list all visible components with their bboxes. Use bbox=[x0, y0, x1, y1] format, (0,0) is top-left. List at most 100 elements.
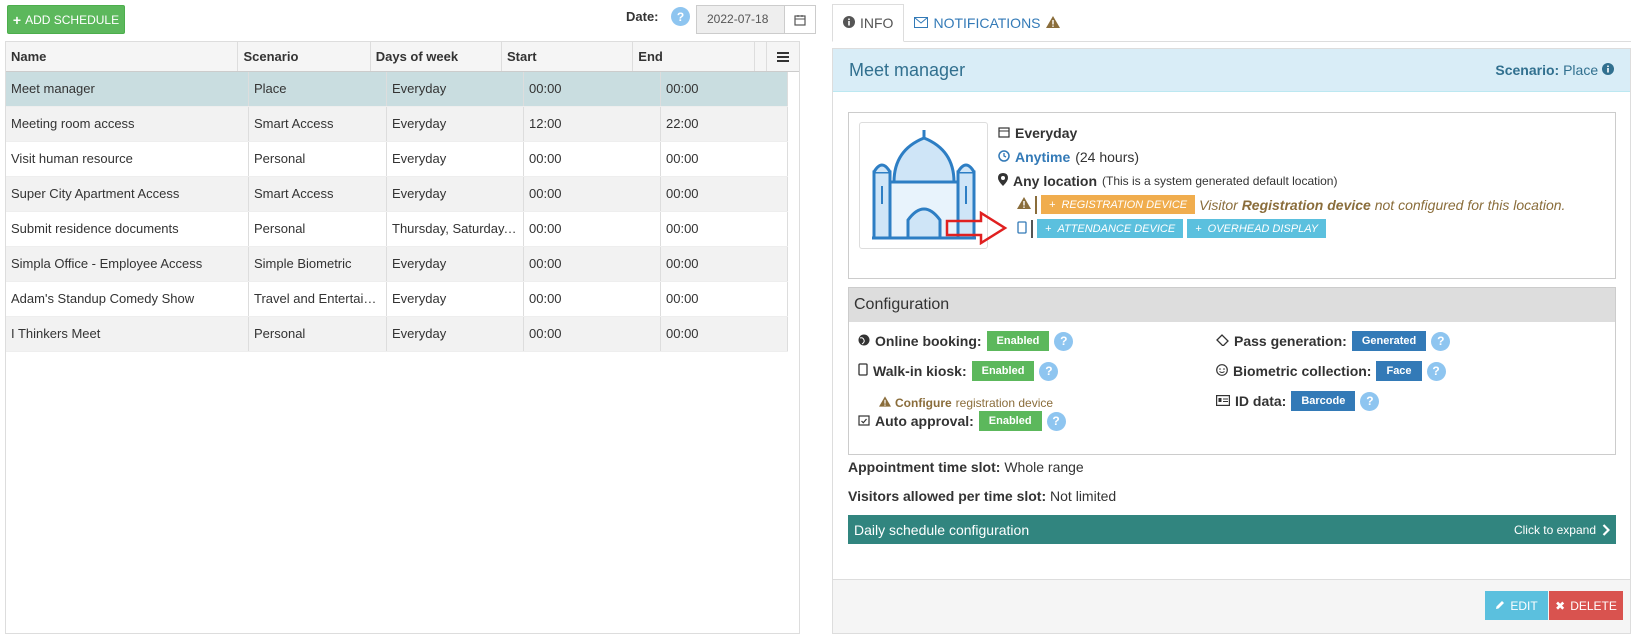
divider bbox=[1031, 219, 1033, 238]
table-row[interactable]: Simpla Office - Employee Access Simple B… bbox=[6, 247, 788, 282]
cell-days: Everyday bbox=[387, 247, 524, 281]
edit-label: EDIT bbox=[1510, 598, 1538, 613]
reg-warning-bold: Registration device bbox=[1241, 196, 1371, 213]
cell-days: Everyday bbox=[387, 282, 524, 316]
location-value: Any location bbox=[1013, 173, 1098, 189]
configure-link[interactable]: Configure bbox=[895, 396, 952, 410]
column-header-days[interactable]: Days of week bbox=[371, 42, 503, 71]
delete-button[interactable]: ✖ DELETE bbox=[1549, 591, 1623, 620]
cell-scenario: Simple Biometric bbox=[249, 247, 387, 281]
days-line: Everyday bbox=[998, 125, 1077, 141]
date-help-icon[interactable]: ? bbox=[671, 7, 690, 26]
reg-warning-pre: Visitor bbox=[1199, 196, 1238, 213]
configuration-box: Configuration Online booking: Enabled ? … bbox=[848, 287, 1616, 455]
divider bbox=[1035, 195, 1037, 214]
time-slot-line: Appointment time slot: Whole range bbox=[848, 459, 1084, 475]
cell-end: 00:00 bbox=[661, 282, 788, 316]
detail-tabs: INFO NOTIFICATIONS bbox=[832, 4, 1631, 42]
help-icon[interactable]: ? bbox=[1426, 361, 1446, 381]
table-row[interactable]: Meet manager Place Everyday 00:00 00:00 bbox=[6, 72, 788, 107]
visitors-line: Visitors allowed per time slot: Not limi… bbox=[848, 488, 1116, 504]
column-header-name[interactable]: Name bbox=[6, 42, 239, 71]
grid-header-spacer bbox=[755, 42, 767, 71]
cell-name: I Thinkers Meet bbox=[6, 317, 249, 351]
cell-end: 00:00 bbox=[661, 72, 788, 106]
location-box: Everyday Anytime (24 hours) Any location… bbox=[848, 112, 1616, 279]
time-line: Anytime (24 hours) bbox=[998, 149, 1139, 165]
map-marker-icon bbox=[998, 173, 1008, 189]
table-row[interactable]: Submit residence documents Personal Thur… bbox=[6, 212, 788, 247]
table-row[interactable]: Visit human resource Personal Everyday 0… bbox=[6, 142, 788, 177]
cell-name: Super City Apartment Access bbox=[6, 177, 249, 211]
biometric-label: Biometric collection: bbox=[1233, 363, 1372, 379]
cell-days: Thursday, Saturday, ... bbox=[387, 212, 524, 246]
calendar-icon[interactable] bbox=[784, 5, 816, 34]
slot-label: Appointment time slot: bbox=[848, 459, 1001, 475]
table-row[interactable]: Super City Apartment Access Smart Access… bbox=[6, 177, 788, 212]
help-icon[interactable]: ? bbox=[1360, 391, 1380, 411]
grid-menu-icon[interactable] bbox=[767, 42, 799, 71]
column-header-end[interactable]: End bbox=[633, 42, 756, 71]
cell-scenario: Place bbox=[249, 72, 387, 106]
anytime-link[interactable]: Anytime bbox=[1015, 149, 1070, 165]
add-schedule-label: ADD SCHEDULE bbox=[25, 12, 120, 27]
overhead-display-button[interactable]: + OVERHEAD DISPLAY bbox=[1187, 219, 1327, 238]
date-label: Date: bbox=[626, 9, 659, 24]
plus-icon: + bbox=[1049, 198, 1056, 211]
column-header-start[interactable]: Start bbox=[502, 42, 634, 71]
id-card-icon bbox=[1216, 393, 1231, 409]
table-row[interactable]: I Thinkers Meet Personal Everyday 00:00 … bbox=[6, 317, 788, 352]
globe-icon bbox=[858, 333, 870, 349]
cell-end: 22:00 bbox=[661, 107, 788, 141]
days-value: Everyday bbox=[1015, 125, 1078, 141]
table-row[interactable]: Meeting room access Smart Access Everyda… bbox=[6, 107, 788, 142]
cell-scenario: Smart Access bbox=[249, 107, 387, 141]
edit-button[interactable]: EDIT bbox=[1485, 591, 1548, 620]
pass-generation-item: Pass generation: Generated ? bbox=[1216, 331, 1451, 351]
attendance-device-label: ATTENDANCE DEVICE bbox=[1057, 222, 1176, 235]
slot-value: Whole range bbox=[1004, 459, 1084, 475]
cell-end: 00:00 bbox=[661, 177, 788, 211]
registration-device-button[interactable]: + REGISTRATION DEVICE bbox=[1041, 195, 1196, 214]
help-icon[interactable]: ? bbox=[1046, 411, 1066, 431]
visitors-value: Not limited bbox=[1050, 488, 1117, 504]
page-title: Meet manager bbox=[849, 59, 966, 80]
cell-start: 00:00 bbox=[524, 177, 661, 211]
warning-icon bbox=[1017, 197, 1031, 212]
daily-title: Daily schedule configuration bbox=[854, 521, 1030, 538]
daily-expand-label: Click to expand bbox=[1513, 522, 1596, 537]
add-schedule-button[interactable]: + ADD SCHEDULE bbox=[7, 5, 125, 34]
table-row[interactable]: Adam's Standup Comedy Show Travel and En… bbox=[6, 282, 788, 317]
cell-start: 00:00 bbox=[524, 72, 661, 106]
attendance-device-button[interactable]: + ATTENDANCE DEVICE bbox=[1037, 219, 1184, 238]
configuration-title: Configuration bbox=[849, 288, 1615, 322]
registration-device-row: + REGISTRATION DEVICE Visitor Registrati… bbox=[1017, 195, 1565, 214]
cell-start: 00:00 bbox=[524, 212, 661, 246]
location-line: Any location (This is a system generated… bbox=[998, 173, 1337, 189]
tablet-icon bbox=[858, 363, 868, 379]
walkin-badge: Enabled bbox=[971, 361, 1035, 381]
calendar-icon bbox=[998, 125, 1010, 141]
daily-expand: Click to expand bbox=[1514, 523, 1610, 537]
scenario-info: Scenario: Place bbox=[1495, 62, 1614, 78]
daily-schedule-bar[interactable]: Daily schedule configuration Click to ex… bbox=[848, 515, 1616, 544]
help-icon[interactable]: ? bbox=[1054, 331, 1074, 351]
time-note: (24 hours) bbox=[1075, 149, 1140, 165]
info-circle-icon[interactable] bbox=[1602, 62, 1614, 78]
registration-warning: Visitor Registration device not configur… bbox=[1199, 197, 1565, 213]
reg-warning-post: not configured for this location. bbox=[1374, 196, 1566, 213]
cell-days: Everyday bbox=[387, 177, 524, 211]
cell-scenario: Personal bbox=[249, 212, 387, 246]
tab-notifications[interactable]: NOTIFICATIONS bbox=[904, 4, 1069, 42]
column-header-scenario[interactable]: Scenario bbox=[238, 42, 371, 71]
cell-scenario: Personal bbox=[249, 142, 387, 176]
help-icon[interactable]: ? bbox=[1431, 331, 1451, 351]
help-icon[interactable]: ? bbox=[1039, 361, 1059, 381]
warning-icon bbox=[879, 396, 891, 410]
attendance-device-row: + ATTENDANCE DEVICE + OVERHEAD DISPLAY bbox=[1017, 219, 1327, 238]
cell-days: Everyday bbox=[387, 317, 524, 351]
date-input[interactable]: 2022-07-18 bbox=[696, 5, 785, 34]
configure-warning: Configure registration device bbox=[879, 396, 1053, 410]
cell-scenario: Personal bbox=[249, 317, 387, 351]
tab-info[interactable]: INFO bbox=[832, 4, 905, 42]
